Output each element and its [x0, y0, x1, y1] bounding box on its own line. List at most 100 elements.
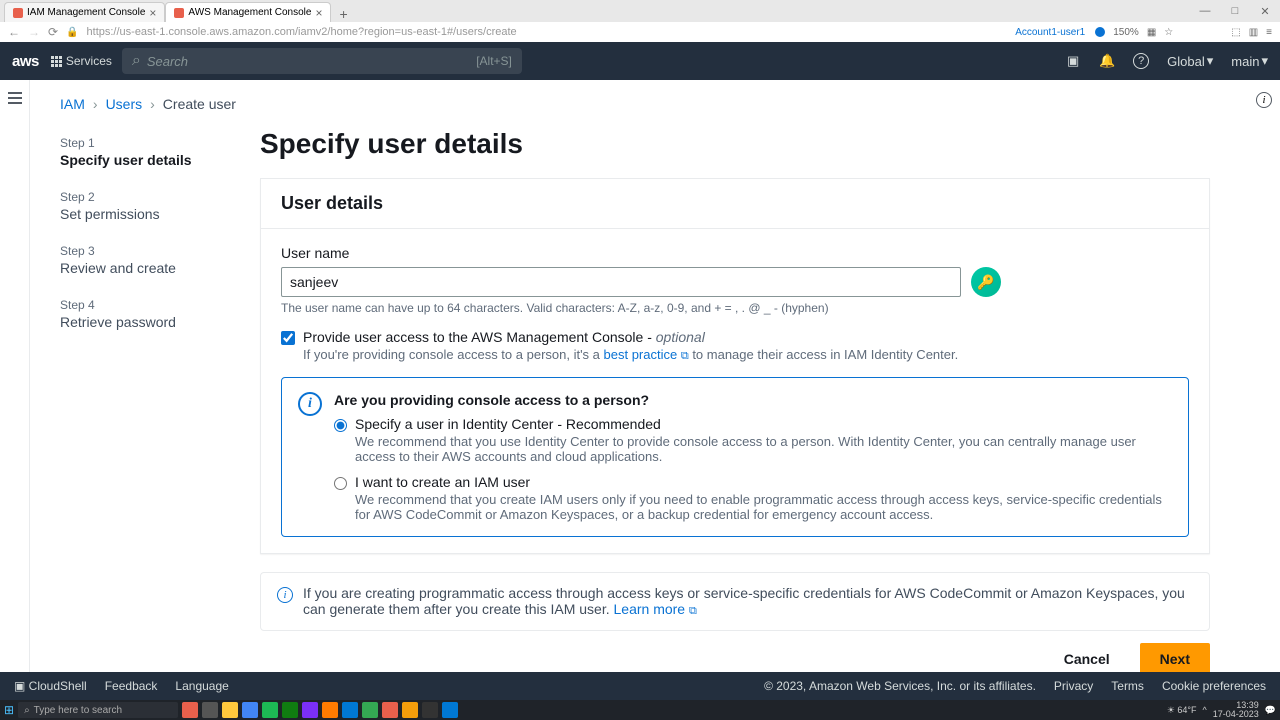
breadcrumb: IAM › Users › Create user: [60, 80, 1230, 128]
hamburger-icon: [8, 92, 21, 104]
step-2: Step 2 Set permissions: [60, 190, 220, 222]
taskbar-app-icon[interactable]: [322, 702, 338, 718]
extensions-icon[interactable]: ▦: [1147, 27, 1156, 38]
taskbar-app-icon[interactable]: [242, 702, 258, 718]
minimize-button[interactable]: —: [1190, 0, 1220, 22]
taskbar-app-icon[interactable]: [302, 702, 318, 718]
user-details-panel: User details User name 🔑 The user name c…: [260, 178, 1210, 554]
menu-icon[interactable]: ≡: [1266, 27, 1272, 38]
iam-user-sub: We recommend that you create IAM users o…: [355, 492, 1172, 522]
step-1[interactable]: Step 1 Specify user details: [60, 136, 220, 168]
browser-tab-aws[interactable]: AWS Management Console ×: [165, 2, 331, 22]
info-icon: i: [298, 392, 322, 416]
external-link-icon: ⧉: [689, 605, 697, 617]
taskbar-app-icon[interactable]: [442, 702, 458, 718]
account-label[interactable]: Account1-user1: [1015, 27, 1085, 38]
wizard-buttons: Cancel Next: [260, 643, 1210, 675]
close-tab-icon[interactable]: ×: [149, 6, 156, 20]
weather-widget[interactable]: ☀ 64°F: [1167, 705, 1197, 716]
cookies-link[interactable]: Cookie preferences: [1162, 679, 1266, 693]
taskbar-app-icon[interactable]: [222, 702, 238, 718]
notifications-icon[interactable]: 🔔: [1099, 53, 1115, 69]
wizard-steps: Step 1 Specify user details Step 2 Set p…: [60, 128, 220, 675]
bookmark-icon[interactable]: ☆: [1164, 27, 1173, 38]
username-input[interactable]: [281, 267, 961, 297]
taskbar-search[interactable]: ⌕ Type here to search: [18, 702, 178, 718]
taskbar-app-icon[interactable]: [422, 702, 438, 718]
header-search[interactable]: ⌕ [Alt+S]: [122, 48, 522, 74]
cloudshell-link[interactable]: ▣ CloudShell: [14, 679, 87, 693]
cloudshell-icon[interactable]: ▣: [1065, 53, 1081, 69]
reload-icon[interactable]: ⟳: [48, 25, 58, 39]
breadcrumb-iam[interactable]: IAM: [60, 96, 85, 112]
header-right: ▣ 🔔 ? Global ▾ main ▾: [1065, 53, 1268, 69]
taskbar-app-icon[interactable]: [202, 702, 218, 718]
services-menu[interactable]: Services: [51, 54, 112, 68]
console-access-sub: If you're providing console access to a …: [303, 347, 958, 363]
url-field[interactable]: https://us-east-1.console.aws.amazon.com…: [87, 26, 1008, 38]
aws-footer: ▣ CloudShell Feedback Language © 2023, A…: [0, 672, 1280, 700]
taskbar-app-icon[interactable]: [382, 702, 398, 718]
lock-icon: 🔒: [66, 27, 78, 38]
taskbar-app-icon[interactable]: [402, 702, 418, 718]
taskbar-app-icon[interactable]: [182, 702, 198, 718]
terms-link[interactable]: Terms: [1111, 679, 1144, 693]
person-access-box: i Are you providing console access to a …: [281, 377, 1189, 537]
language-link[interactable]: Language: [175, 679, 228, 693]
copyright: © 2023, Amazon Web Services, Inc. or its…: [764, 679, 1036, 693]
aws-header: aws Services ⌕ [Alt+S] ▣ 🔔 ? Global ▾ ma…: [0, 42, 1280, 80]
aws-logo[interactable]: aws: [12, 53, 39, 70]
account-menu[interactable]: main ▾: [1231, 53, 1268, 69]
password-manager-icon[interactable]: 🔑: [971, 267, 1001, 297]
region-selector[interactable]: Global ▾: [1167, 53, 1213, 69]
panel-title: User details: [281, 193, 1189, 214]
new-tab-button[interactable]: +: [331, 6, 355, 22]
taskbar-app-icon[interactable]: [282, 702, 298, 718]
services-label: Services: [66, 54, 112, 68]
tab-label: IAM Management Console: [27, 7, 145, 18]
cancel-button[interactable]: Cancel: [1044, 643, 1130, 675]
privacy-link[interactable]: Privacy: [1054, 679, 1093, 693]
breadcrumb-users[interactable]: Users: [106, 96, 143, 112]
taskbar-app-icon[interactable]: [362, 702, 378, 718]
username-label: User name: [281, 245, 1189, 261]
programmatic-note: i If you are creating programmatic acces…: [260, 572, 1210, 631]
next-button[interactable]: Next: [1140, 643, 1210, 675]
best-practice-link[interactable]: best practice ⧉: [604, 347, 689, 362]
form-column: Specify user details User details User n…: [260, 128, 1210, 675]
forward-icon[interactable]: →: [28, 25, 40, 39]
address-bar: ← → ⟳ 🔒 https://us-east-1.console.aws.am…: [0, 22, 1280, 42]
clock-date[interactable]: 17-04-2023: [1213, 710, 1259, 719]
zoom-level[interactable]: 150%: [1113, 27, 1139, 38]
page-title: Specify user details: [260, 128, 1210, 160]
search-input[interactable]: [147, 54, 476, 69]
address-bar-right: Account1-user1 150% ▦ ☆ ⬚ ▥ ≡: [1015, 27, 1272, 38]
identity-center-radio[interactable]: [334, 419, 347, 432]
maximize-button[interactable]: □: [1220, 0, 1250, 22]
close-button[interactable]: ✕: [1250, 0, 1280, 22]
tab-favicon-icon: [174, 8, 184, 18]
help-panel-toggle[interactable]: i: [1250, 80, 1280, 680]
breadcrumb-current: Create user: [163, 96, 236, 112]
close-tab-icon[interactable]: ×: [315, 6, 322, 20]
start-button[interactable]: ⊞: [4, 703, 14, 717]
taskbar-app-icon[interactable]: [342, 702, 358, 718]
window-controls: — □ ✕: [1190, 0, 1280, 22]
identity-center-sub: We recommend that you use Identity Cente…: [355, 434, 1172, 464]
search-icon: ⌕: [132, 52, 141, 70]
learn-more-link[interactable]: Learn more ⧉: [614, 601, 697, 617]
browser-chrome: — □ ✕ IAM Management Console × AWS Manag…: [0, 0, 1280, 42]
sidenav-toggle[interactable]: [0, 80, 30, 680]
iam-user-radio[interactable]: [334, 477, 347, 490]
feedback-link[interactable]: Feedback: [105, 679, 158, 693]
help-icon[interactable]: ?: [1133, 53, 1149, 69]
taskbar-app-icon[interactable]: [262, 702, 278, 718]
back-icon[interactable]: ←: [8, 25, 20, 39]
downloads-icon[interactable]: ⬚: [1231, 27, 1240, 38]
tray-chevron-icon[interactable]: ^: [1203, 705, 1207, 715]
action-center-icon[interactable]: 💬: [1265, 705, 1276, 716]
chevron-right-icon: ›: [150, 96, 155, 112]
browser-tab-iam[interactable]: IAM Management Console ×: [4, 2, 165, 22]
library-icon[interactable]: ▥: [1249, 27, 1258, 38]
console-access-checkbox[interactable]: [281, 331, 295, 345]
